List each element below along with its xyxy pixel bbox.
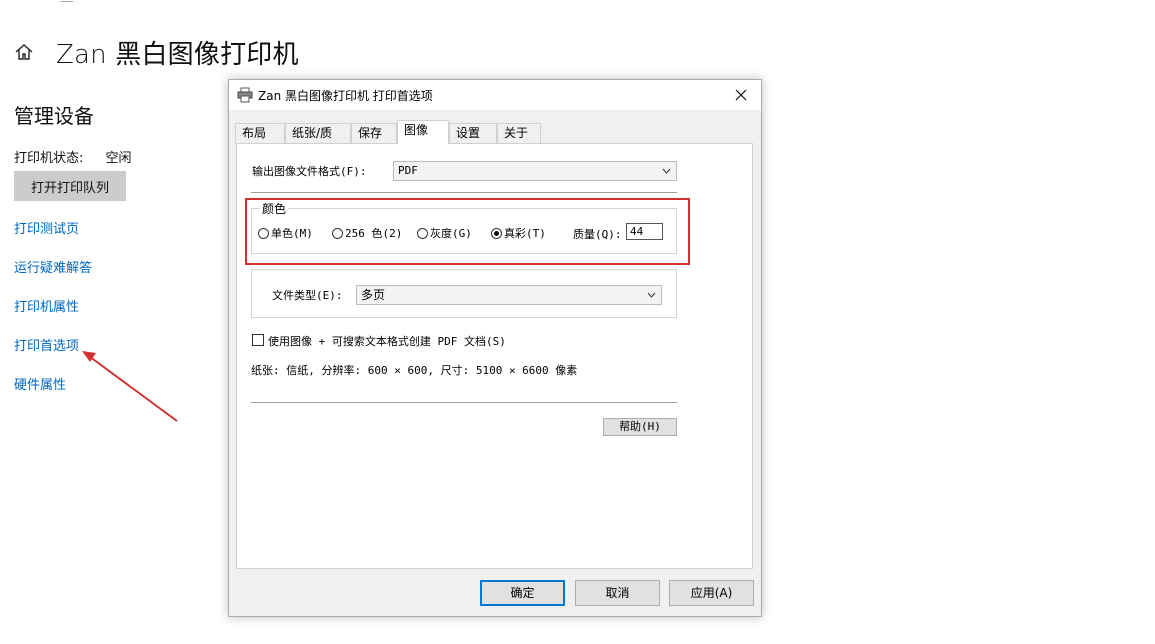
color-option-label: 单色(M): [271, 227, 313, 240]
color-option-label: 256 色(2): [345, 227, 403, 240]
radio-icon: [417, 227, 428, 239]
output-format-select[interactable]: PDF: [393, 161, 677, 181]
printing-preferences-link[interactable]: 打印首选项: [14, 338, 92, 377]
hardware-properties-link[interactable]: 硬件属性: [14, 377, 92, 416]
ok-button[interactable]: 确定: [480, 580, 565, 606]
image-tab-panel: 输出图像文件格式(F): PDF 颜色 单色(M) 256 色(2) 灰度(G): [236, 143, 753, 569]
color-option-gray[interactable]: 灰度(G): [417, 225, 472, 241]
close-icon: [735, 89, 747, 101]
quality-label: 质量(Q):: [573, 228, 622, 241]
scrolled-text-fragment: —: [60, 0, 74, 2]
help-button[interactable]: 帮助(H): [603, 418, 677, 436]
printing-preferences-dialog: Zan 黑白图像打印机 打印首选项 布局 纸张/质量 保存 图像 设置 关于 输…: [228, 79, 762, 617]
cancel-button[interactable]: 取消: [575, 580, 660, 606]
file-type-value: 多页: [361, 288, 386, 302]
chevron-down-icon: [647, 292, 656, 298]
paper-info: 纸张: 信纸, 分辨率: 600 × 600, 尺寸: 5100 × 6600 …: [251, 364, 578, 377]
file-type-select[interactable]: 多页: [356, 285, 662, 305]
divider: [251, 192, 677, 193]
output-format-value: PDF: [398, 164, 418, 177]
output-format-label: 输出图像文件格式(F):: [252, 165, 367, 178]
dialog-title: Zan 黑白图像打印机 打印首选项: [258, 89, 433, 103]
printer-properties-link[interactable]: 打印机属性: [14, 299, 92, 338]
home-icon[interactable]: [14, 42, 34, 62]
apply-button[interactable]: 应用(A): [669, 580, 754, 606]
searchable-pdf-checkbox[interactable]: [252, 334, 264, 346]
color-option-truecolor[interactable]: 真彩(T): [491, 225, 546, 241]
page-title: Zan 黑白图像打印机: [56, 39, 299, 70]
printer-status-label: 打印机状态:: [14, 151, 84, 166]
tab-save[interactable]: 保存: [351, 123, 397, 143]
printer-status-value: 空闲: [105, 151, 132, 166]
quality-input[interactable]: [626, 223, 663, 240]
radio-selected-icon: [491, 227, 502, 239]
file-type-label: 文件类型(E):: [272, 289, 343, 302]
close-button[interactable]: [721, 80, 761, 110]
chevron-down-icon: [662, 168, 671, 174]
tab-about[interactable]: 关于: [497, 123, 541, 143]
settings-links: 打印测试页 运行疑难解答 打印机属性 打印首选项 硬件属性: [14, 221, 92, 416]
tab-image[interactable]: 图像: [397, 120, 449, 144]
section-title: 管理设备: [14, 104, 94, 128]
radio-icon: [258, 227, 269, 239]
radio-icon: [332, 227, 343, 239]
print-test-page-link[interactable]: 打印测试页: [14, 221, 92, 260]
color-option-label: 真彩(T): [504, 227, 546, 240]
color-option-mono[interactable]: 单色(M): [258, 225, 313, 241]
page-header: Zan 黑白图像打印机: [14, 34, 299, 70]
tab-layout[interactable]: 布局: [235, 123, 285, 143]
color-option-label: 灰度(G): [430, 227, 472, 240]
tab-settings[interactable]: 设置: [449, 123, 497, 143]
color-option-256[interactable]: 256 色(2): [332, 225, 402, 241]
printer-icon: [237, 87, 253, 103]
color-group-label: 颜色: [260, 200, 289, 217]
open-print-queue-button[interactable]: 打开打印队列: [14, 171, 126, 201]
divider: [251, 402, 677, 403]
dialog-titlebar[interactable]: Zan 黑白图像打印机 打印首选项: [229, 80, 761, 110]
run-troubleshooter-link[interactable]: 运行疑难解答: [14, 260, 92, 299]
searchable-pdf-label: 使用图像 + 可搜索文本格式创建 PDF 文档(S): [268, 335, 506, 348]
color-group: 颜色 单色(M) 256 色(2) 灰度(G) 真彩(T) 质量(Q):: [251, 200, 677, 254]
file-type-group: 文件类型(E): 多页: [251, 269, 677, 318]
printer-status-row: 打印机状态: 空闲: [14, 147, 132, 166]
tab-paper-quality[interactable]: 纸张/质量: [285, 123, 351, 159]
